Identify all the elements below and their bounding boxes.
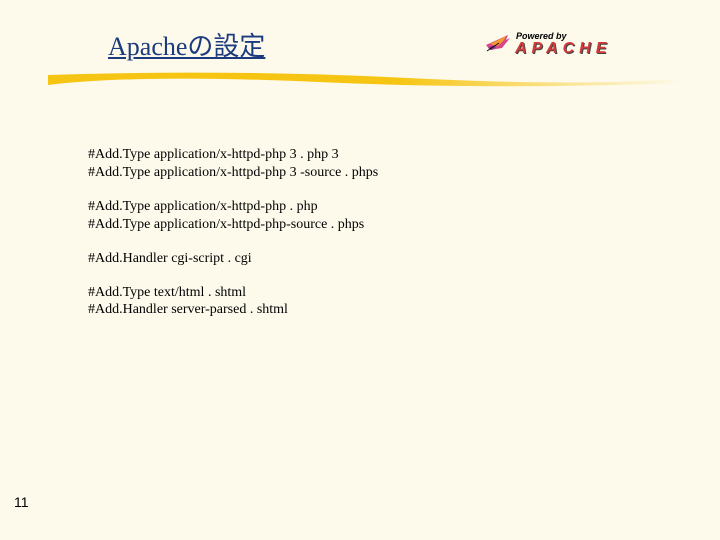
- page-number: 11: [14, 494, 29, 510]
- config-line: #Add.Type application/x-httpd-php-source…: [88, 216, 378, 234]
- config-line: #Add.Handler server-parsed . shtml: [88, 301, 378, 319]
- config-line: #Add.Type application/x-httpd-php 3 . ph…: [88, 146, 378, 164]
- feather-icon: [486, 35, 510, 51]
- config-content: #Add.Type application/x-httpd-php 3 . ph…: [88, 146, 378, 319]
- config-line: #Add.Type text/html . shtml: [88, 284, 378, 302]
- config-line: #Add.Type application/x-httpd-php 3 -sou…: [88, 164, 378, 182]
- config-line: #Add.Type application/x-httpd-php . php: [88, 198, 378, 216]
- config-line: #Add.Handler cgi-script . cgi: [88, 250, 378, 268]
- divider-gradient: [48, 72, 684, 92]
- page-title: Apacheの設定: [108, 26, 265, 63]
- apache-logo: Powered by APACHE APACHE: [484, 28, 694, 58]
- apache-brand-text: APACHE: [514, 40, 611, 57]
